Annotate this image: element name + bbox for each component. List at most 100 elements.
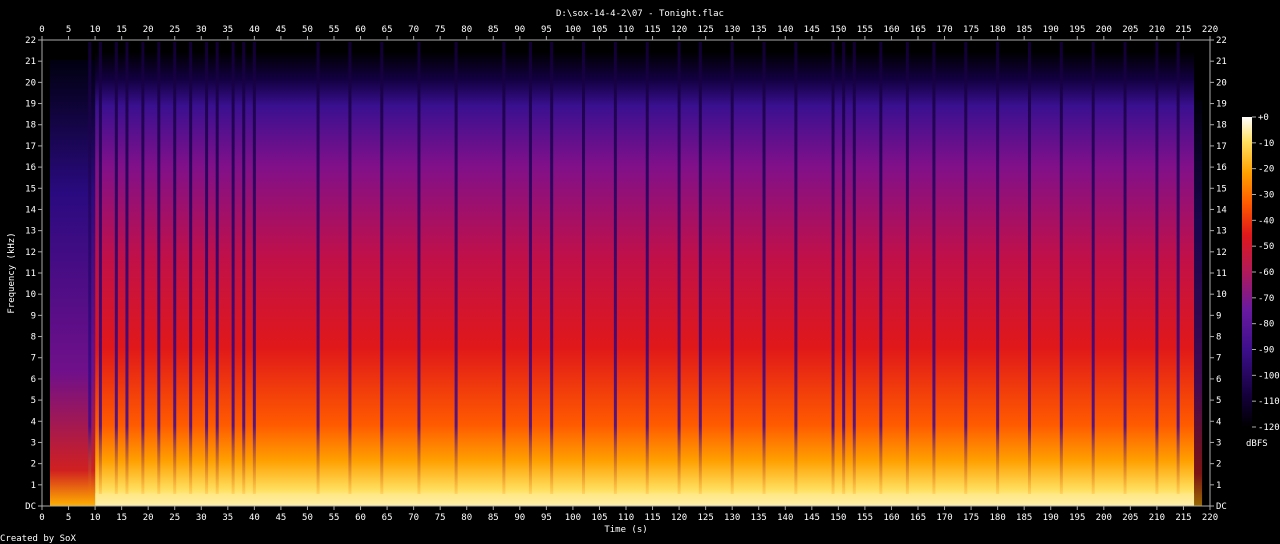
x-tick-label: 220 [1202, 513, 1218, 523]
x-tick-label: 85 [488, 513, 499, 523]
quiet-gap [794, 42, 798, 494]
x-tick-label: 35 [222, 513, 233, 523]
y-tick-label: 1 [31, 481, 36, 491]
x-tick-label: 70 [408, 25, 419, 35]
colorbar-tick-label: -120 [1258, 423, 1280, 433]
y-tick-label: 2 [31, 460, 36, 470]
y-tick-label: 8 [31, 333, 36, 343]
x-tick-label: 215 [1175, 513, 1191, 523]
y-tick-label: 16 [1216, 163, 1227, 173]
quiet-gap [831, 42, 835, 494]
x-tick-label: 200 [1096, 25, 1112, 35]
x-tick-label: 115 [644, 513, 660, 523]
x-tick-label: 170 [936, 25, 952, 35]
quiet-gap [98, 42, 102, 494]
quiet-gap [879, 42, 883, 494]
quiet-gap [528, 42, 532, 494]
y-tick-label: 7 [31, 354, 36, 364]
quiet-gap [932, 42, 936, 494]
x-tick-label: 65 [382, 25, 393, 35]
quiet-gap [1091, 42, 1095, 494]
colorbar-tick-label: -40 [1258, 216, 1274, 226]
x-tick-label: 175 [963, 513, 979, 523]
y-tick-label: 10 [1216, 290, 1227, 300]
x-tick-label: 0 [39, 25, 44, 35]
x-tick-label: 105 [591, 25, 607, 35]
x-tick-label: 45 [275, 513, 286, 523]
x-tick-label: 20 [143, 513, 154, 523]
x-tick-label: 180 [990, 25, 1006, 35]
quiet-gap [380, 42, 384, 494]
colorbar-tick-label: -10 [1258, 139, 1274, 149]
x-tick-label: 55 [329, 513, 340, 523]
x-tick-label: 20 [143, 25, 154, 35]
colorbar-ticks: +0 -10 -20 -30 -40 -50 -60 -70 -80 -90 -100 -110 -12… [1252, 113, 1280, 433]
y-tick-label: 19 [1216, 100, 1227, 110]
quiet-gap [730, 42, 734, 494]
x-tick-label: 175 [963, 25, 979, 35]
y-tick-label: 9 [1216, 311, 1221, 321]
chart-title: D:\sox-14-4-2\07 - Tonight.flac [556, 9, 724, 19]
quiet-gap [502, 42, 506, 494]
y-tick-label: 1 [1216, 481, 1221, 491]
quiet-gap [231, 42, 235, 494]
quiet-gap [1123, 42, 1127, 494]
y-tick-label: 7 [1216, 354, 1221, 364]
x-tick-label: 140 [777, 25, 793, 35]
x-tick-label: 220 [1202, 25, 1218, 35]
y-tick-label: 12 [1216, 248, 1227, 258]
colorbar-label: dBFS [1246, 439, 1268, 449]
y-tick-label: 4 [1216, 417, 1221, 427]
x-tick-label: 30 [196, 25, 207, 35]
colorbar-tick-label: -80 [1258, 320, 1274, 330]
x-tick-label: 95 [541, 513, 552, 523]
colorbar-tick-label: -110 [1258, 397, 1280, 407]
x-tick-label: 190 [1043, 513, 1059, 523]
colorbar-tick-label: -20 [1258, 165, 1274, 175]
x-tick-label: 80 [461, 513, 472, 523]
y-tick-label: 12 [25, 248, 36, 258]
colorbar [1242, 117, 1252, 427]
y-tick-label: 21 [25, 57, 36, 67]
y-tick-label: 22 [25, 36, 36, 46]
x-tick-label: 205 [1122, 25, 1138, 35]
x-tick-label: 15 [116, 25, 127, 35]
x-tick-label: 80 [461, 25, 472, 35]
x-tick-label: 50 [302, 25, 313, 35]
colorbar-gradient [1242, 117, 1252, 427]
x-tick-label: 90 [514, 513, 525, 523]
colorbar-tick-label: -100 [1258, 371, 1280, 381]
quiet-gap [762, 42, 766, 494]
y-tick-label: 11 [25, 269, 36, 279]
x-axis-bottom: 0 5 10 15 20 25 30 35 40 45 50 55 60 65 70 75 80 85 90 95 10… [39, 506, 1218, 523]
x-tick-label: 65 [382, 513, 393, 523]
y-tick-label: 3 [1216, 438, 1221, 448]
x-tick-label: 30 [196, 513, 207, 523]
quiet-gap [1176, 42, 1180, 494]
quiet-gap [698, 42, 702, 494]
quiet-gap [215, 42, 219, 494]
quiet-gap [550, 42, 554, 494]
x-tick-label: 40 [249, 513, 260, 523]
x-tick-label: 105 [591, 513, 607, 523]
y-tick-label: 9 [31, 311, 36, 321]
quiet-gap [645, 42, 649, 494]
y-tick-label: DC [25, 502, 36, 512]
x-tick-label: 120 [671, 25, 687, 35]
x-tick-label: 15 [116, 513, 127, 523]
x-tick-label: 205 [1122, 513, 1138, 523]
x-tick-label: 180 [990, 513, 1006, 523]
colorbar-tick-label: -30 [1258, 191, 1274, 201]
x-tick-label: 170 [936, 513, 952, 523]
quiet-gap [454, 42, 458, 494]
y-axis-left: DC12345678910111213141516171819202122 [25, 36, 42, 512]
y-tick-label: 15 [25, 184, 36, 194]
x-tick-label: 60 [355, 25, 366, 35]
quiet-gap [613, 42, 617, 494]
x-tick-label: 100 [565, 513, 581, 523]
bass-band [95, 493, 1195, 506]
x-tick-label: 75 [435, 513, 446, 523]
x-tick-label: 10 [90, 513, 101, 523]
quiet-gap [582, 42, 586, 494]
quiet-gap [88, 42, 92, 494]
